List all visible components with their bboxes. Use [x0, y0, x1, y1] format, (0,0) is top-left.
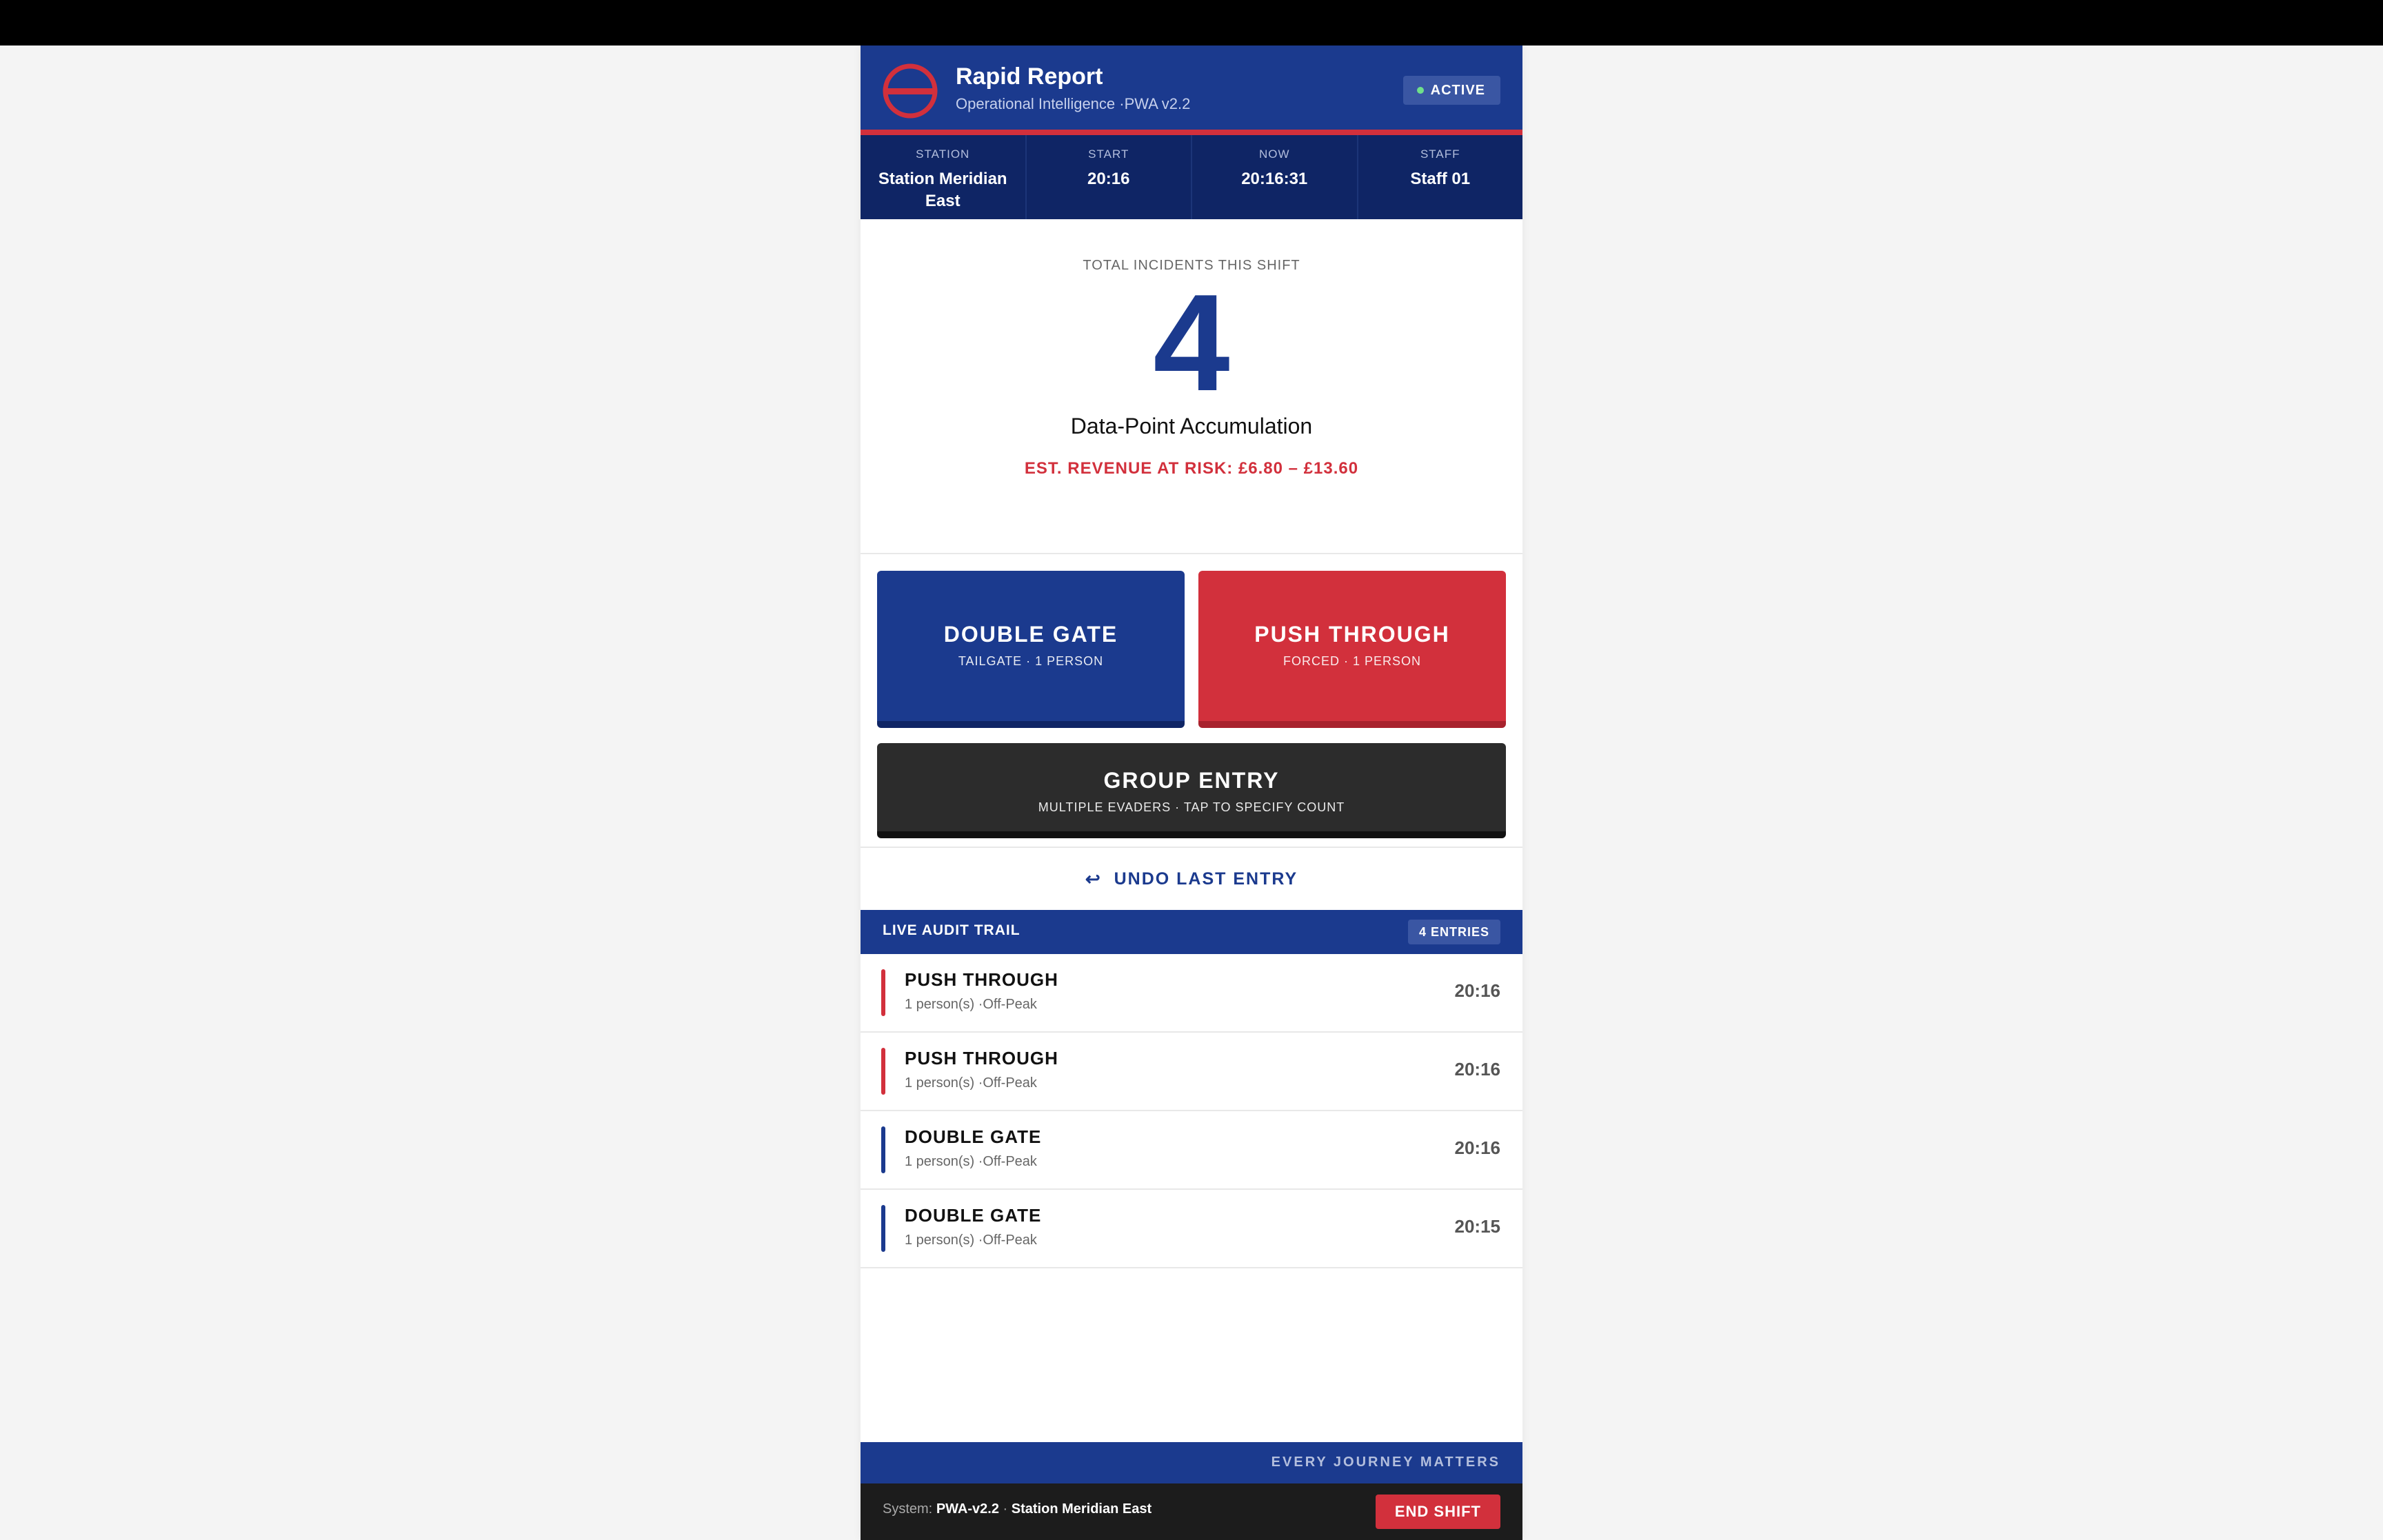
browser-top-bar	[0, 0, 2383, 45]
info-label: START	[1088, 148, 1129, 161]
roundel-logo-icon	[883, 63, 938, 119]
incident-color-marker	[881, 1048, 885, 1095]
audit-incident-type: PUSH THROUGH	[905, 1048, 1058, 1068]
info-cell-now: NOW 20:16:31	[1192, 135, 1358, 219]
system-version: PWA-v2.2	[936, 1501, 999, 1517]
shift-info-strip: STATION Station Meridian East START 20:1…	[861, 135, 1522, 219]
app-subtitle: Operational Intelligence ·PWA v2.2	[956, 95, 1191, 112]
info-label: STATION	[916, 148, 970, 161]
button-subtitle: MULTIPLE EVADERS · TAP TO SPECIFY COUNT	[1038, 800, 1345, 814]
info-value: 20:16:31	[1241, 170, 1308, 188]
revenue-risk-text: EST. REVENUE AT RISK: £6.80 – £13.60	[1024, 459, 1359, 478]
audit-incident-detail: 1 person(s) ·Off-Peak	[905, 997, 1037, 1012]
info-value: 20:16	[1087, 170, 1130, 188]
system-label: System:	[883, 1501, 933, 1517]
audit-incident-time: 20:16	[1454, 980, 1501, 1001]
incident-color-marker	[881, 1126, 885, 1173]
status-dot-icon	[1416, 87, 1424, 94]
app-container: Rapid Report Operational Intelligence ·P…	[861, 45, 1522, 1540]
audit-row: PUSH THROUGH 1 person(s) ·Off-Peak 20:16	[861, 1033, 1522, 1111]
audit-incident-time: 20:15	[1454, 1216, 1501, 1237]
audit-incident-type: DOUBLE GATE	[905, 1126, 1042, 1147]
incident-color-marker	[881, 1205, 885, 1252]
info-value: Staff 01	[1410, 170, 1471, 188]
audit-incident-detail: 1 person(s) ·Off-Peak	[905, 1154, 1037, 1169]
info-cell-start: START 20:16	[1027, 135, 1192, 219]
end-shift-button[interactable]: END SHIFT	[1375, 1495, 1500, 1529]
counter-value: 4	[1153, 266, 1230, 420]
undo-last-entry-button[interactable]: ↩ UNDO LAST ENTRY	[861, 848, 1522, 910]
double-gate-button[interactable]: DOUBLE GATE TAILGATE · 1 PERSON	[877, 571, 1185, 728]
audit-incident-detail: 1 person(s) ·Off-Peak	[905, 1233, 1037, 1248]
audit-incident-type: DOUBLE GATE	[905, 1205, 1042, 1226]
button-title: GROUP ENTRY	[1103, 768, 1280, 793]
undo-icon: ↩	[1085, 868, 1102, 889]
audit-row: PUSH THROUGH 1 person(s) ·Off-Peak 20:16	[861, 954, 1522, 1033]
status-label: ACTIVE	[1430, 82, 1485, 98]
undo-label: UNDO LAST ENTRY	[1114, 869, 1298, 889]
audit-row: DOUBLE GATE 1 person(s) ·Off-Peak 20:16	[861, 1111, 1522, 1190]
app-header: Rapid Report Operational Intelligence ·P…	[861, 45, 1522, 135]
audit-incident-time: 20:16	[1454, 1059, 1501, 1080]
app-title: Rapid Report	[956, 63, 1103, 90]
audit-incident-detail: 1 person(s) ·Off-Peak	[905, 1075, 1037, 1091]
info-cell-staff: STAFF Staff 01	[1358, 135, 1523, 219]
button-subtitle: TAILGATE · 1 PERSON	[958, 654, 1104, 668]
button-title: DOUBLE GATE	[943, 622, 1118, 647]
audit-trail-header: LIVE AUDIT TRAIL 4 ENTRIES	[861, 910, 1522, 954]
audit-trail-list: PUSH THROUGH 1 person(s) ·Off-Peak 20:16…	[861, 954, 1522, 1268]
audit-trail-title: LIVE AUDIT TRAIL	[883, 922, 1020, 938]
audit-row: DOUBLE GATE 1 person(s) ·Off-Peak 20:15	[861, 1190, 1522, 1268]
info-value: Station Meridian East	[878, 170, 1007, 210]
incident-color-marker	[881, 969, 885, 1016]
audit-count-badge: 4 ENTRIES	[1407, 920, 1500, 944]
audit-incident-time: 20:16	[1454, 1137, 1501, 1158]
incident-counter: TOTAL INCIDENTS THIS SHIFT 4 Data-Point …	[861, 219, 1522, 554]
counter-caption: Data-Point Accumulation	[1070, 414, 1313, 438]
audit-incident-type: PUSH THROUGH	[905, 969, 1058, 990]
status-badge: ACTIVE	[1402, 76, 1500, 105]
action-buttons: DOUBLE GATE TAILGATE · 1 PERSON PUSH THR…	[861, 554, 1522, 848]
footer-slogan: EVERY JOURNEY MATTERS	[1271, 1455, 1500, 1470]
footer-bar: System: PWA-v2.2 · Station Meridian East…	[861, 1483, 1522, 1540]
info-label: NOW	[1258, 148, 1290, 161]
system-info: System: PWA-v2.2 · Station Meridian East	[883, 1501, 1152, 1517]
group-entry-button[interactable]: GROUP ENTRY MULTIPLE EVADERS · TAP TO SP…	[877, 743, 1506, 838]
button-subtitle: FORCED · 1 PERSON	[1283, 654, 1422, 668]
system-station: Station Meridian East	[1011, 1501, 1152, 1517]
info-cell-station: STATION Station Meridian East	[861, 135, 1027, 219]
system-separator: ·	[1003, 1501, 1008, 1517]
info-label: STAFF	[1420, 148, 1460, 161]
button-title: PUSH THROUGH	[1254, 622, 1450, 647]
footer-banner: EVERY JOURNEY MATTERS	[861, 1442, 1522, 1483]
push-through-button[interactable]: PUSH THROUGH FORCED · 1 PERSON	[1198, 571, 1506, 728]
